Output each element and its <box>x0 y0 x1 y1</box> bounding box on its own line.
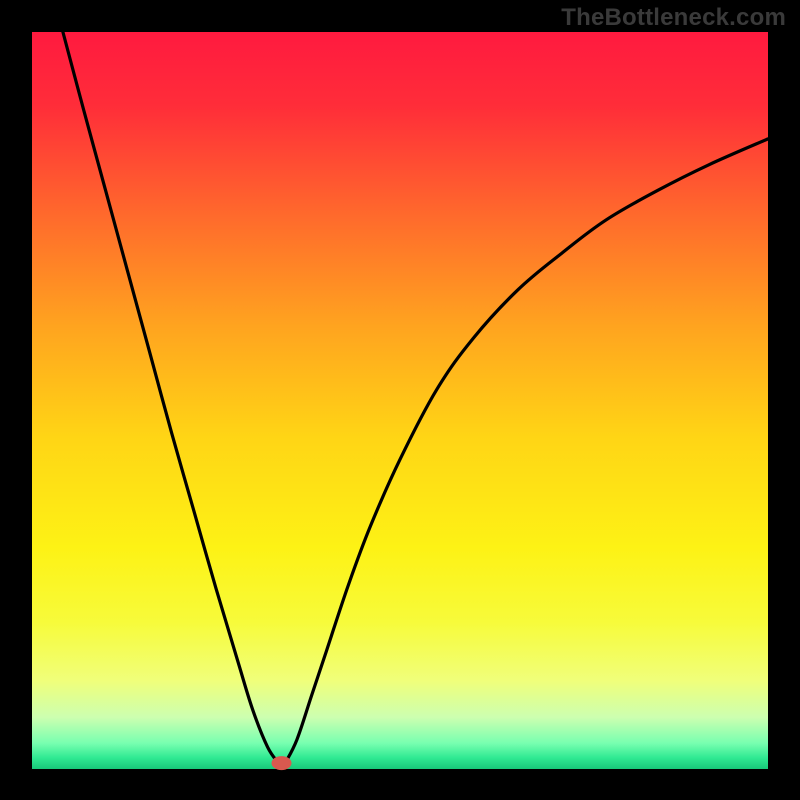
chart-frame: TheBottleneck.com <box>0 0 800 800</box>
optimal-marker <box>272 756 292 770</box>
plot-background <box>32 32 768 769</box>
watermark-text: TheBottleneck.com <box>561 4 786 32</box>
bottleneck-chart <box>0 0 800 800</box>
